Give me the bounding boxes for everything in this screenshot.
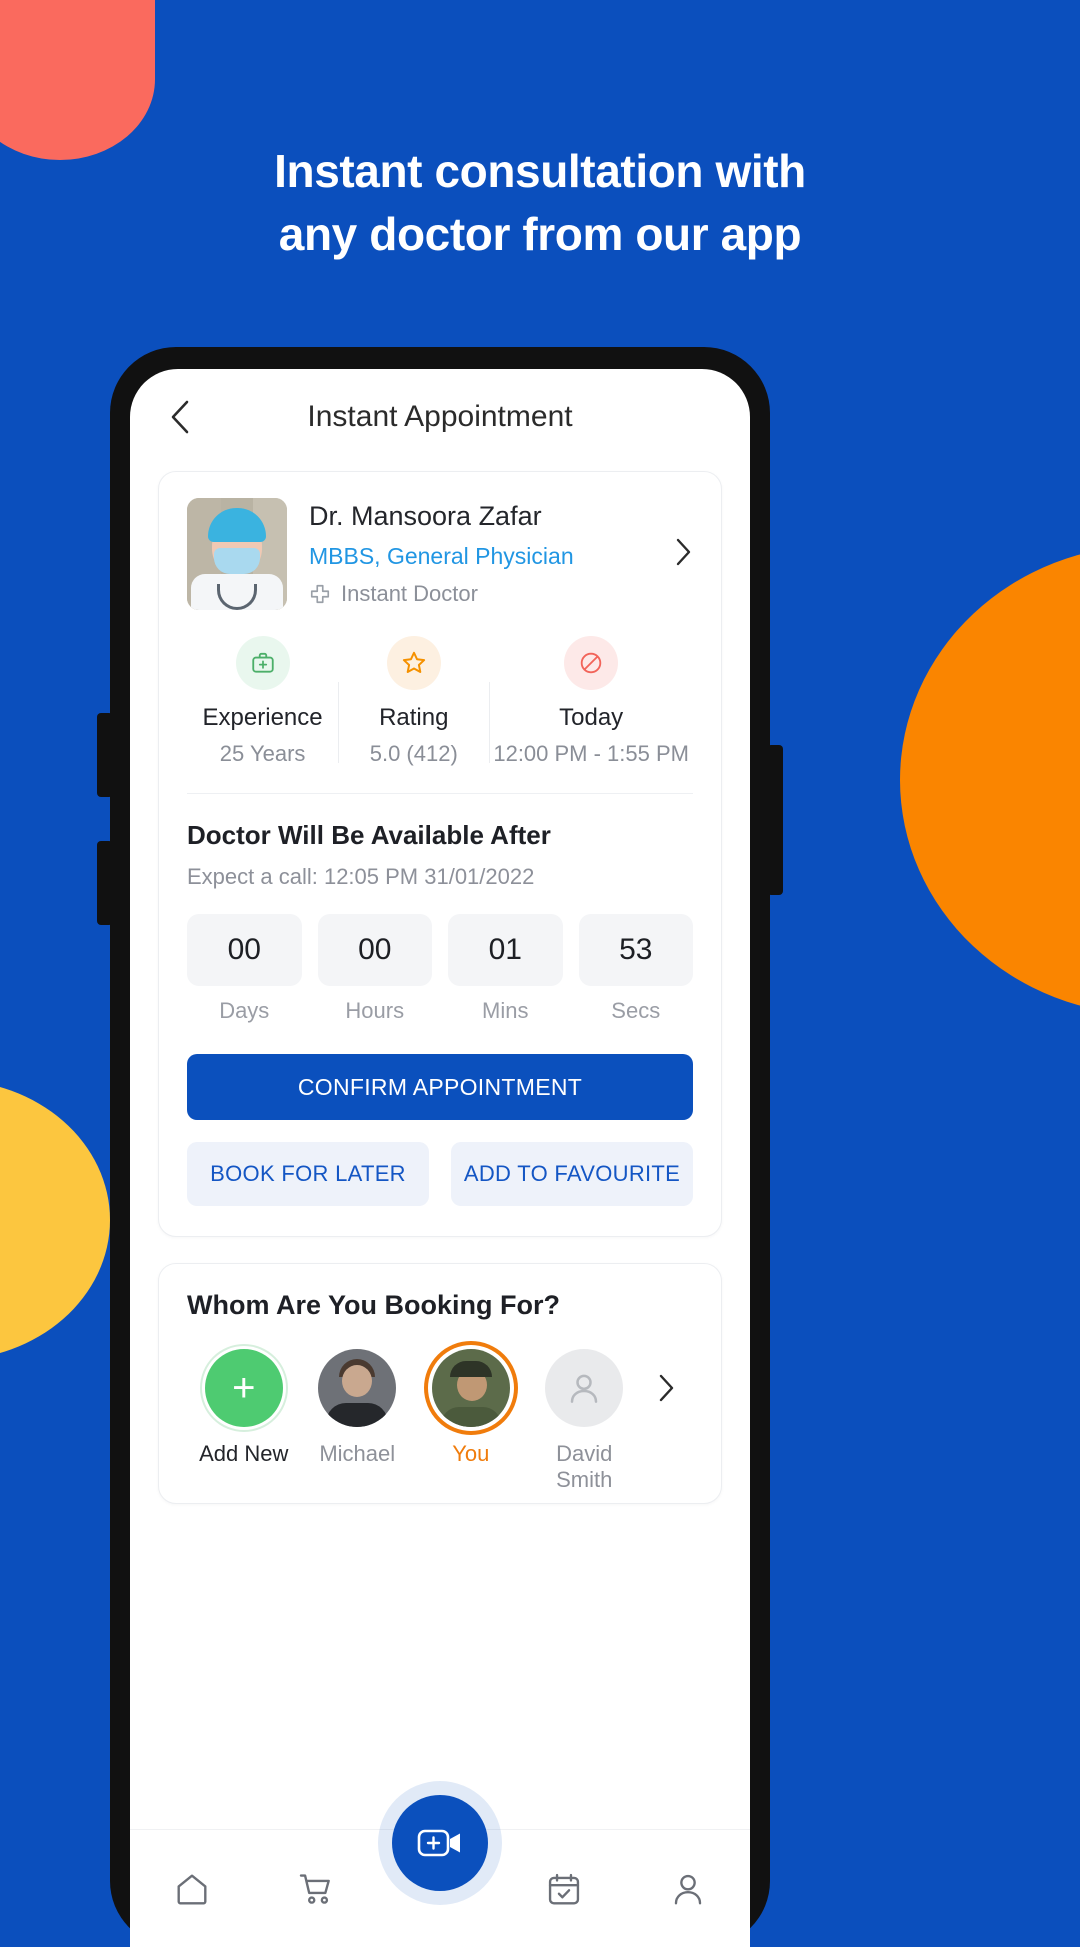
- video-call-add-icon: [417, 1829, 460, 1857]
- stat-label: Today: [559, 704, 624, 731]
- doctor-tag-label: Instant Doctor: [341, 580, 478, 606]
- stat-label: Experience: [202, 704, 323, 731]
- calendar-check-icon: [548, 1873, 580, 1904]
- add-new-avatar: +: [204, 1349, 283, 1427]
- nav-item-profile[interactable]: [626, 1870, 750, 1908]
- avatar: [431, 1349, 510, 1427]
- person-michael[interactable]: Michael: [301, 1349, 415, 1467]
- person-label: Michael: [319, 1441, 396, 1466]
- cart-icon: [299, 1873, 330, 1904]
- countdown-value: 00: [187, 914, 302, 986]
- phone-screen: Instant Appointment Dr. Mansoora Zafar M…: [130, 369, 750, 1947]
- countdown-label: Days: [219, 998, 270, 1023]
- confirm-appointment-button[interactable]: CONFIRM APPOINTMENT: [187, 1054, 693, 1120]
- back-button[interactable]: [160, 397, 200, 437]
- stat-value: 25 Years: [219, 741, 306, 766]
- chevron-right-icon: [659, 1374, 674, 1402]
- countdown-timer: 00 Days 00 Hours 01 Mins 53 Secs: [187, 914, 693, 1024]
- person-icon: [674, 1874, 702, 1904]
- stat-label: Rating: [379, 704, 449, 731]
- countdown-mins: 01 Mins: [448, 914, 563, 1024]
- medical-bag-icon: [251, 652, 274, 673]
- nav-item-appointments[interactable]: [502, 1870, 626, 1908]
- avatar-placeholder: [545, 1349, 624, 1427]
- stat-today: Today 12:00 PM - 1:55 PM: [489, 636, 693, 767]
- medical-cross-icon: [310, 584, 330, 603]
- countdown-value: 53: [578, 914, 693, 986]
- hero-headline: Instant consultation with any doctor fro…: [0, 140, 1080, 267]
- star-icon: [402, 651, 425, 673]
- video-call-fab[interactable]: [392, 1795, 488, 1891]
- decoration-blob-red: [0, 0, 155, 160]
- availability-subtitle: Expect a call: 12:05 PM 31/01/2022: [187, 864, 535, 889]
- home-icon: [177, 1874, 207, 1904]
- hero-headline-line2: any doctor from our app: [278, 208, 802, 261]
- person-add-new[interactable]: + Add New: [187, 1349, 301, 1467]
- decoration-blob-yellow: [0, 1080, 110, 1360]
- stat-value: 12:00 PM - 1:55 PM: [493, 741, 689, 766]
- countdown-days: 00 Days: [187, 914, 302, 1024]
- countdown-value: 00: [317, 914, 432, 986]
- plus-icon: +: [232, 1366, 256, 1410]
- secondary-actions: BOOK FOR LATER ADD TO FAVOURITE: [187, 1142, 693, 1206]
- stat-rating: Rating 5.0 (412): [338, 636, 489, 767]
- booking-for-title: Whom Are You Booking For?: [187, 1290, 560, 1320]
- add-to-favourite-button[interactable]: ADD TO FAVOURITE: [451, 1142, 693, 1206]
- book-for-later-button[interactable]: BOOK FOR LATER: [187, 1142, 429, 1206]
- nav-item-cart[interactable]: [254, 1870, 378, 1908]
- countdown-label: Secs: [611, 998, 661, 1023]
- stat-value: 5.0 (412): [369, 741, 458, 766]
- person-icon: [571, 1374, 598, 1403]
- booking-for-card: Whom Are You Booking For? + Add New Mich…: [158, 1263, 722, 1504]
- countdown-value: 01: [448, 914, 563, 986]
- doctor-name: Dr. Mansoora Zafar: [309, 501, 542, 531]
- person-label: Add New: [199, 1441, 289, 1466]
- doctor-specialty: MBBS, General Physician: [309, 542, 574, 569]
- experience-icon-wrap: [235, 636, 290, 690]
- hero-headline-line1: Instant consultation with: [274, 145, 806, 197]
- decoration-blob-orange: [900, 545, 1080, 1015]
- avatar: [318, 1349, 397, 1427]
- app-header: Instant Appointment: [130, 369, 750, 465]
- person-you[interactable]: You: [414, 1349, 528, 1467]
- countdown-hours: 00 Hours: [317, 914, 432, 1024]
- phone-mockup: Instant Appointment Dr. Mansoora Zafar M…: [110, 347, 770, 1947]
- page-title: Instant Appointment: [307, 400, 573, 433]
- person-label: You: [452, 1441, 490, 1466]
- no-entry-icon: [580, 652, 602, 674]
- people-next-button[interactable]: [641, 1349, 693, 1427]
- doctor-tag: Instant Doctor: [309, 581, 653, 607]
- doctor-stats: Experience 25 Years Rating 5.0 (412) Tod…: [187, 636, 693, 794]
- availability-title: Doctor Will Be Available After: [187, 820, 551, 850]
- today-icon-wrap: [564, 636, 619, 690]
- booking-people-list: + Add New Michael You David Smith: [187, 1349, 693, 1493]
- countdown-label: Hours: [345, 998, 405, 1023]
- stat-experience: Experience 25 Years: [187, 636, 338, 767]
- person-label: David Smith: [556, 1441, 613, 1492]
- doctor-avatar: [187, 498, 287, 610]
- appointment-card: Dr. Mansoora Zafar MBBS, General Physici…: [158, 471, 722, 1237]
- countdown-secs: 53 Secs: [578, 914, 693, 1024]
- chevron-left-icon: [171, 400, 189, 434]
- person-david-smith[interactable]: David Smith: [528, 1349, 642, 1493]
- chevron-right-icon: [676, 538, 691, 565]
- doctor-row[interactable]: Dr. Mansoora Zafar MBBS, General Physici…: [187, 498, 693, 610]
- nav-item-home[interactable]: [130, 1870, 254, 1908]
- rating-icon-wrap: [386, 636, 441, 690]
- doctor-info: Dr. Mansoora Zafar MBBS, General Physici…: [309, 498, 653, 607]
- doctor-detail-button[interactable]: [675, 537, 693, 572]
- countdown-label: Mins: [482, 998, 529, 1023]
